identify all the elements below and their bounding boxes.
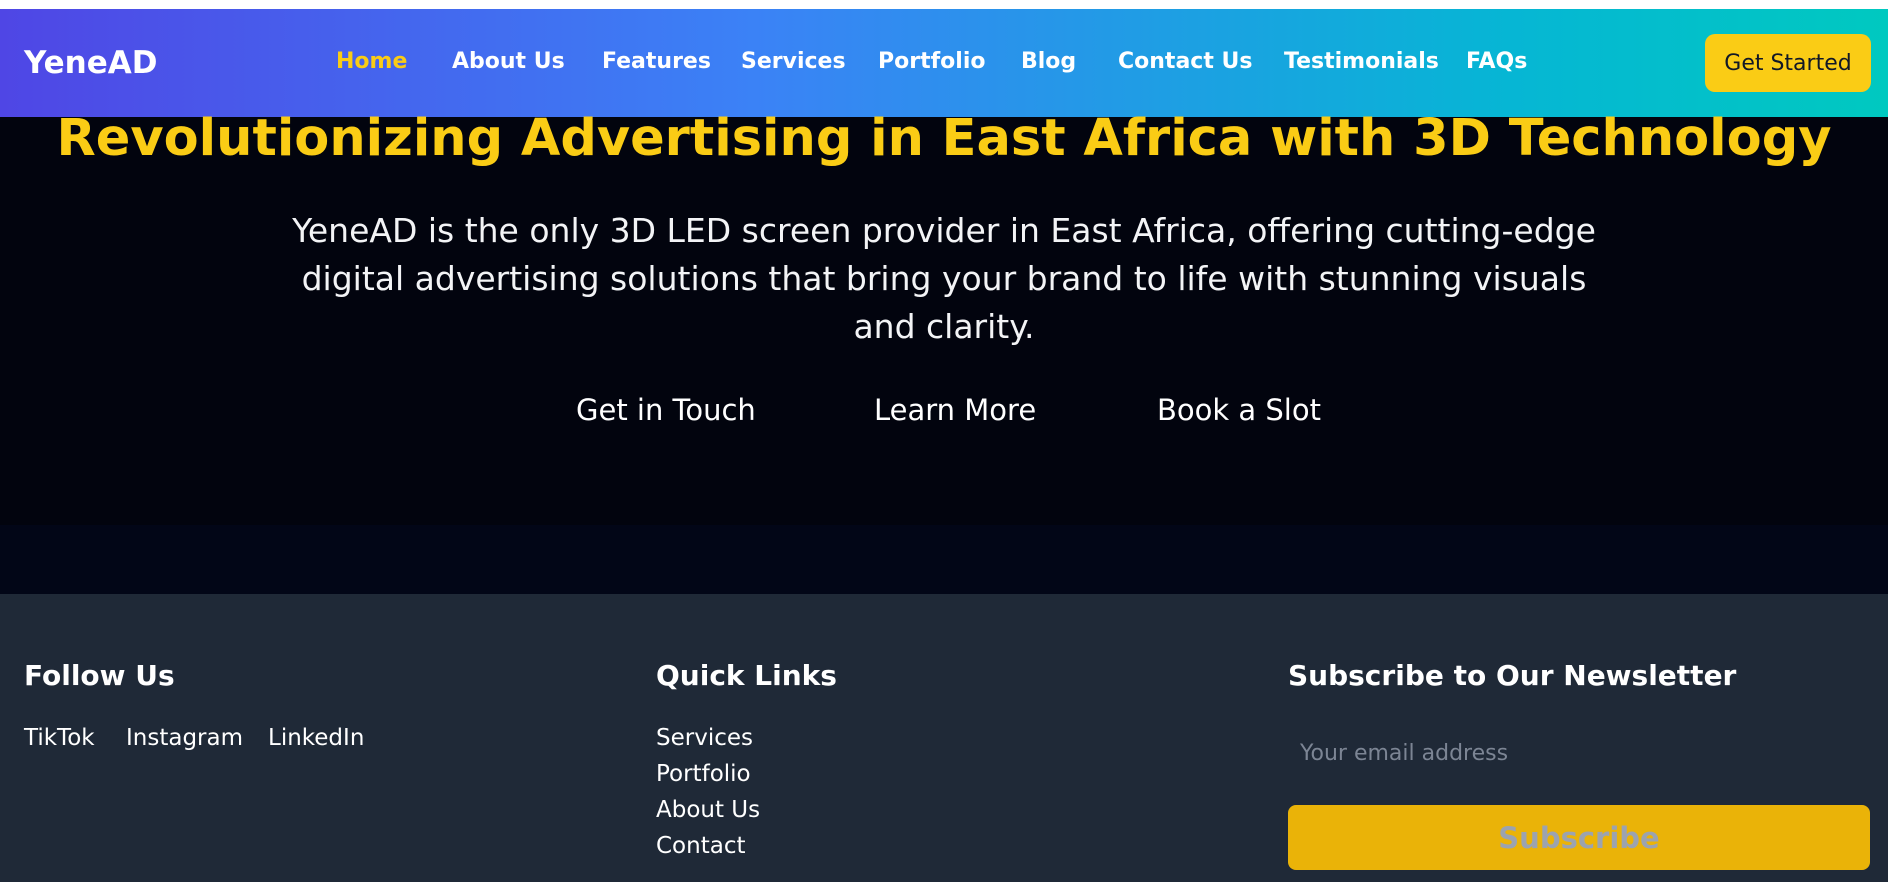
- nav-link-about-us[interactable]: About Us: [452, 49, 565, 74]
- get-in-touch-button[interactable]: Get in Touch: [576, 393, 756, 427]
- subscribe-button[interactable]: Subscribe: [1288, 805, 1870, 870]
- quick-link-services[interactable]: Services: [656, 725, 753, 751]
- hero-description: YeneAD is the only 3D LED screen provide…: [292, 211, 1596, 346]
- nav-link-features[interactable]: Features: [602, 49, 711, 74]
- nav-link-home[interactable]: Home: [336, 49, 407, 74]
- footer: Follow Us TikTok Instagram LinkedIn Quic…: [0, 594, 1888, 882]
- nav-links: Home About Us Features Services Portfoli…: [0, 9, 1888, 117]
- nav-link-portfolio[interactable]: Portfolio: [878, 49, 986, 74]
- newsletter-email-input[interactable]: [1288, 728, 1870, 778]
- quick-link-contact[interactable]: Contact: [656, 833, 745, 859]
- newsletter-heading: Subscribe to Our Newsletter: [1288, 659, 1737, 692]
- hero-title: Revolutionizing Advertising in East Afri…: [56, 109, 1832, 168]
- nav-link-contact-us[interactable]: Contact Us: [1118, 49, 1252, 74]
- nav-link-testimonials[interactable]: Testimonials: [1284, 49, 1439, 74]
- get-started-button[interactable]: Get Started: [1705, 34, 1871, 92]
- section-divider-band: [0, 525, 1888, 594]
- quick-link-portfolio[interactable]: Portfolio: [656, 761, 751, 787]
- nav-link-faqs[interactable]: FAQs: [1466, 49, 1527, 74]
- nav-link-blog[interactable]: Blog: [1021, 49, 1076, 74]
- instagram-link[interactable]: Instagram: [126, 725, 243, 751]
- quick-links-heading: Quick Links: [656, 659, 837, 692]
- hero-section: Revolutionizing Advertising in East Afri…: [0, 109, 1888, 525]
- quick-link-about-us[interactable]: About Us: [656, 797, 760, 823]
- nav-link-services[interactable]: Services: [741, 49, 846, 74]
- learn-more-button[interactable]: Learn More: [874, 393, 1036, 427]
- follow-us-heading: Follow Us: [24, 659, 175, 692]
- top-strip: [0, 0, 1888, 9]
- tiktok-link[interactable]: TikTok: [24, 725, 95, 751]
- book-a-slot-button[interactable]: Book a Slot: [1157, 393, 1321, 427]
- navbar: YeneAD Home About Us Features Services P…: [0, 9, 1888, 117]
- linkedin-link[interactable]: LinkedIn: [268, 725, 364, 751]
